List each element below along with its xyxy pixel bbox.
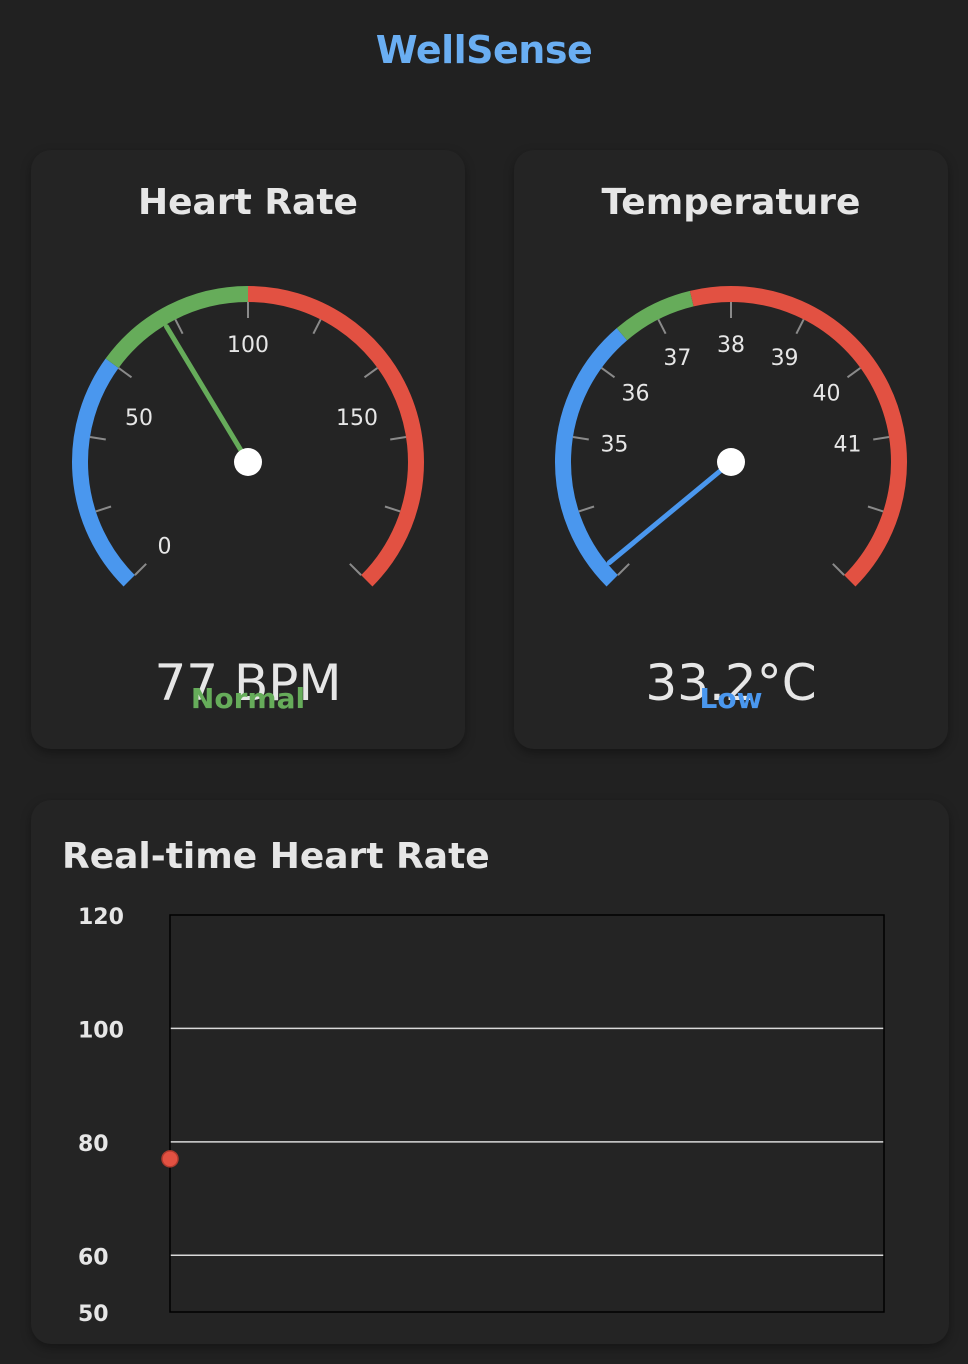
app-title: WellSense [375,28,593,72]
temperature-label: 38 [717,333,745,358]
heart-rate-zone-0 [72,358,135,587]
temperature-tick [795,318,805,335]
heart-rate-tick [134,563,147,576]
temperature-needle-hub [717,448,745,476]
temperature-label: 35 [600,433,628,458]
heart-rate-tick [349,563,362,576]
heart-rate-tick [174,318,184,335]
chart-data-point [161,1150,179,1168]
chart-plot-area [169,914,885,1313]
heart-rate-tick [89,435,106,441]
temperature-tick [617,563,630,576]
heart-rate-label: 0 [158,534,172,559]
heart-rate-tick [117,367,133,379]
temperature-label: 36 [622,382,650,407]
heart-rate-label: 50 [125,406,153,431]
heart-rate-status: Normal [190,682,306,715]
chart-y-tick-label: 80 [78,1132,109,1157]
temperature-needle [606,459,734,566]
temperature-tick [846,367,862,379]
heart-rate-label: 150 [336,406,378,431]
heart-rate-tick [363,367,379,379]
heart-rate-label: 100 [227,333,269,358]
temperature-zone-1 [616,290,694,341]
temperature-tick [600,367,616,379]
heart-rate-zone-2 [247,286,424,587]
heart-rate-tick [390,435,407,441]
temperature-card: Temperature 35 36 37 38 39 40 41 33.2°C Low [514,150,948,749]
heart-rate-tick [384,505,401,513]
temperature-tick [578,505,595,513]
temperature-tick [867,505,884,513]
temperature-label: 41 [834,433,862,458]
temperature-label: 40 [812,382,840,407]
chart-y-tick-label: 120 [78,905,124,930]
temperature-label: 39 [771,346,799,371]
temperature-tick [657,318,667,335]
temperature-status: Low [699,682,763,715]
heart-rate-chart-card: Real-time Heart Rate 120 100 80 60 50 [31,800,949,1344]
chart-y-tick-label: 60 [78,1245,109,1270]
temperature-tick [832,563,845,576]
heart-rate-tick [312,318,322,335]
heart-rate-card: Heart Rate 0 50 100 150 77 BPM Normal [31,150,465,749]
temperature-label: 37 [663,346,691,371]
heart-rate-needle-hub [234,448,262,476]
chart-y-tick-label: 100 [78,1018,124,1043]
temperature-tick [873,435,890,441]
heart-rate-chart: 120 100 80 60 50 [78,905,885,1327]
heart-rate-tick [95,505,112,513]
temperature-tick [572,435,589,441]
chart-y-tick-label: 50 [78,1302,109,1327]
